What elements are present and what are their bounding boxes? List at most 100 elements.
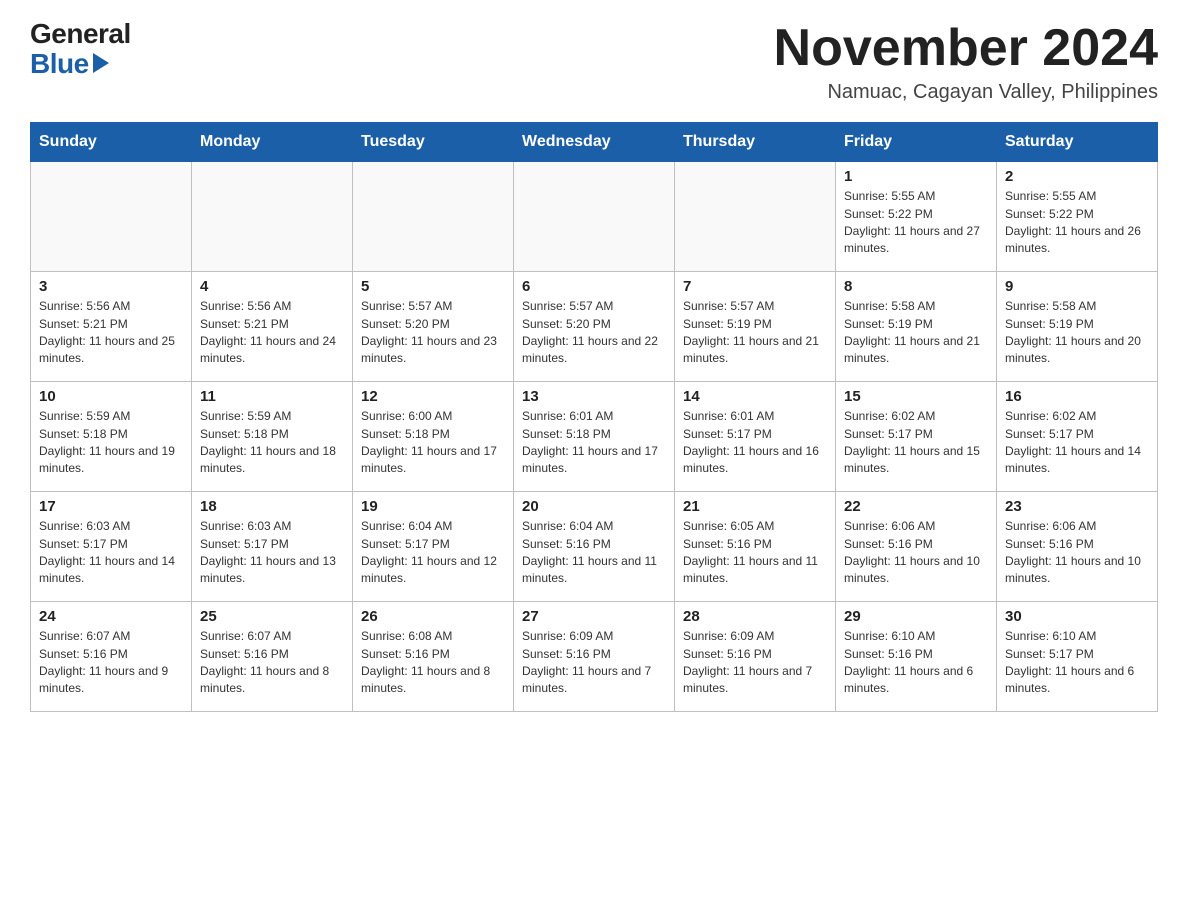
day-sun-info: Sunrise: 6:07 AM Sunset: 5:16 PM Dayligh… [39,628,183,698]
day-sun-info: Sunrise: 6:06 AM Sunset: 5:16 PM Dayligh… [844,518,988,588]
calendar-cell: 3Sunrise: 5:56 AM Sunset: 5:21 PM Daylig… [31,272,192,382]
calendar-cell: 11Sunrise: 5:59 AM Sunset: 5:18 PM Dayli… [192,382,353,492]
day-sun-info: Sunrise: 5:56 AM Sunset: 5:21 PM Dayligh… [200,298,344,368]
day-number: 14 [683,388,827,405]
calendar-cell: 24 Sunrise: 6:07 AM Sunset: 5:16 PM Dayli… [31,602,192,712]
day-number: 25 [200,608,344,625]
calendar-cell: 27 Sunrise: 6:09 AM Sunset: 5:16 PM Dayli… [514,602,675,712]
calendar-cell: 16 Sunrise: 6:02 AM Sunset: 5:17 PM Dayli… [997,382,1158,492]
day-number: 26 [361,608,505,625]
day-sun-info: Sunrise: 6:09 AM Sunset: 5:16 PM Dayligh… [683,628,827,698]
day-sun-info: Sunrise: 5:57 AM Sunset: 5:20 PM Dayligh… [361,298,505,368]
calendar-cell: 17Sunrise: 6:03 AM Sunset: 5:17 PM Dayli… [31,492,192,602]
day-sun-info: Sunrise: 5:55 AM Sunset: 5:22 PM Dayligh… [844,188,988,258]
day-number: 15 [844,388,988,405]
calendar-cell: 23 Sunrise: 6:06 AM Sunset: 5:16 PM Dayli… [997,492,1158,602]
day-number: 5 [361,278,505,295]
day-sun-info: Sunrise: 6:10 AM Sunset: 5:17 PM Dayligh… [1005,628,1149,698]
day-of-week-header: Thursday [675,123,836,162]
calendar-cell: 28Sunrise: 6:09 AM Sunset: 5:16 PM Dayli… [675,602,836,712]
calendar-cell: 25 Sunrise: 6:07 AM Sunset: 5:16 PM Dayli… [192,602,353,712]
day-number: 16 [1005,388,1149,405]
day-number: 2 [1005,168,1149,185]
day-sun-info: Sunrise: 6:01 AM Sunset: 5:17 PM Dayligh… [683,408,827,478]
calendar-table: SundayMondayTuesdayWednesdayThursdayFrid… [30,122,1158,712]
calendar-week-row: 17Sunrise: 6:03 AM Sunset: 5:17 PM Dayli… [31,492,1158,602]
day-number: 11 [200,388,344,405]
day-sun-info: Sunrise: 6:03 AM Sunset: 5:17 PM Dayligh… [39,518,183,588]
calendar-cell: 4 Sunrise: 5:56 AM Sunset: 5:21 PM Daylig… [192,272,353,382]
day-number: 9 [1005,278,1149,295]
calendar-cell: 29Sunrise: 6:10 AM Sunset: 5:16 PM Dayli… [836,602,997,712]
day-number: 13 [522,388,666,405]
calendar-week-row: 3 Sunrise: 5:56 AM Sunset: 5:21 PM Daylig… [31,272,1158,382]
day-of-week-header: Monday [192,123,353,162]
calendar-header: SundayMondayTuesdayWednesdayThursdayFrid… [31,123,1158,162]
calendar-cell [31,162,192,272]
day-sun-info: Sunrise: 5:57 AM Sunset: 5:19 PM Dayligh… [683,298,827,368]
day-sun-info: Sunrise: 6:07 AM Sunset: 5:16 PM Dayligh… [200,628,344,698]
day-number: 7 [683,278,827,295]
day-sun-info: Sunrise: 6:08 AM Sunset: 5:16 PM Dayligh… [361,628,505,698]
calendar-week-row: 10 Sunrise: 5:59 AM Sunset: 5:18 PM Dayli… [31,382,1158,492]
day-number: 20 [522,498,666,515]
day-number: 27 [522,608,666,625]
day-of-week-header: Sunday [31,123,192,162]
calendar-cell: 5 Sunrise: 5:57 AM Sunset: 5:20 PM Daylig… [353,272,514,382]
calendar-cell: 20 Sunrise: 6:04 AM Sunset: 5:16 PM Dayli… [514,492,675,602]
day-sun-info: Sunrise: 6:03 AM Sunset: 5:17 PM Dayligh… [200,518,344,588]
calendar-cell: 18 Sunrise: 6:03 AM Sunset: 5:17 PM Dayli… [192,492,353,602]
calendar-cell: 19 Sunrise: 6:04 AM Sunset: 5:17 PM Dayli… [353,492,514,602]
calendar-cell [192,162,353,272]
calendar-cell: 21 Sunrise: 6:05 AM Sunset: 5:16 PM Dayli… [675,492,836,602]
day-sun-info: Sunrise: 5:57 AM Sunset: 5:20 PM Dayligh… [522,298,666,368]
day-sun-info: Sunrise: 6:05 AM Sunset: 5:16 PM Dayligh… [683,518,827,588]
calendar-cell: 8 Sunrise: 5:58 AM Sunset: 5:19 PM Daylig… [836,272,997,382]
calendar-cell: 6 Sunrise: 5:57 AM Sunset: 5:20 PM Daylig… [514,272,675,382]
title-area: November 2024 Namuac, Cagayan Valley, Ph… [774,20,1158,104]
day-number: 21 [683,498,827,515]
day-sun-info: Sunrise: 5:55 AM Sunset: 5:22 PM Dayligh… [1005,188,1149,258]
calendar-cell: 1Sunrise: 5:55 AM Sunset: 5:22 PM Daylig… [836,162,997,272]
day-number: 24 [39,608,183,625]
calendar-body: 1Sunrise: 5:55 AM Sunset: 5:22 PM Daylig… [31,162,1158,712]
calendar-cell [514,162,675,272]
calendar-cell: 22Sunrise: 6:06 AM Sunset: 5:16 PM Dayli… [836,492,997,602]
day-number: 3 [39,278,183,295]
day-of-week-header: Wednesday [514,123,675,162]
day-of-week-header: Tuesday [353,123,514,162]
day-number: 8 [844,278,988,295]
day-number: 4 [200,278,344,295]
calendar-cell: 2 Sunrise: 5:55 AM Sunset: 5:22 PM Daylig… [997,162,1158,272]
calendar-cell: 12Sunrise: 6:00 AM Sunset: 5:18 PM Dayli… [353,382,514,492]
day-number: 6 [522,278,666,295]
day-sun-info: Sunrise: 6:04 AM Sunset: 5:16 PM Dayligh… [522,518,666,588]
calendar-cell [353,162,514,272]
logo: General Blue [30,20,131,80]
calendar-cell: 14 Sunrise: 6:01 AM Sunset: 5:17 PM Dayli… [675,382,836,492]
calendar-cell [675,162,836,272]
calendar-cell: 30Sunrise: 6:10 AM Sunset: 5:17 PM Dayli… [997,602,1158,712]
day-sun-info: Sunrise: 6:04 AM Sunset: 5:17 PM Dayligh… [361,518,505,588]
day-number: 19 [361,498,505,515]
logo-blue-text: Blue [30,48,89,80]
day-number: 12 [361,388,505,405]
day-number: 23 [1005,498,1149,515]
calendar-cell: 13 Sunrise: 6:01 AM Sunset: 5:18 PM Dayli… [514,382,675,492]
page-header: General Blue November 2024 Namuac, Cagay… [30,20,1158,104]
calendar-cell: 7 Sunrise: 5:57 AM Sunset: 5:19 PM Daylig… [675,272,836,382]
calendar-cell: 9Sunrise: 5:58 AM Sunset: 5:19 PM Daylig… [997,272,1158,382]
day-sun-info: Sunrise: 5:59 AM Sunset: 5:18 PM Dayligh… [39,408,183,478]
day-sun-info: Sunrise: 6:01 AM Sunset: 5:18 PM Dayligh… [522,408,666,478]
day-sun-info: Sunrise: 5:58 AM Sunset: 5:19 PM Dayligh… [844,298,988,368]
month-title: November 2024 [774,20,1158,77]
location-text: Namuac, Cagayan Valley, Philippines [774,81,1158,104]
calendar-cell: 15 Sunrise: 6:02 AM Sunset: 5:17 PM Dayli… [836,382,997,492]
day-sun-info: Sunrise: 6:09 AM Sunset: 5:16 PM Dayligh… [522,628,666,698]
logo-general-text: General [30,20,131,48]
day-sun-info: Sunrise: 6:06 AM Sunset: 5:16 PM Dayligh… [1005,518,1149,588]
day-sun-info: Sunrise: 6:02 AM Sunset: 5:17 PM Dayligh… [844,408,988,478]
day-sun-info: Sunrise: 6:02 AM Sunset: 5:17 PM Dayligh… [1005,408,1149,478]
day-number: 10 [39,388,183,405]
day-number: 18 [200,498,344,515]
